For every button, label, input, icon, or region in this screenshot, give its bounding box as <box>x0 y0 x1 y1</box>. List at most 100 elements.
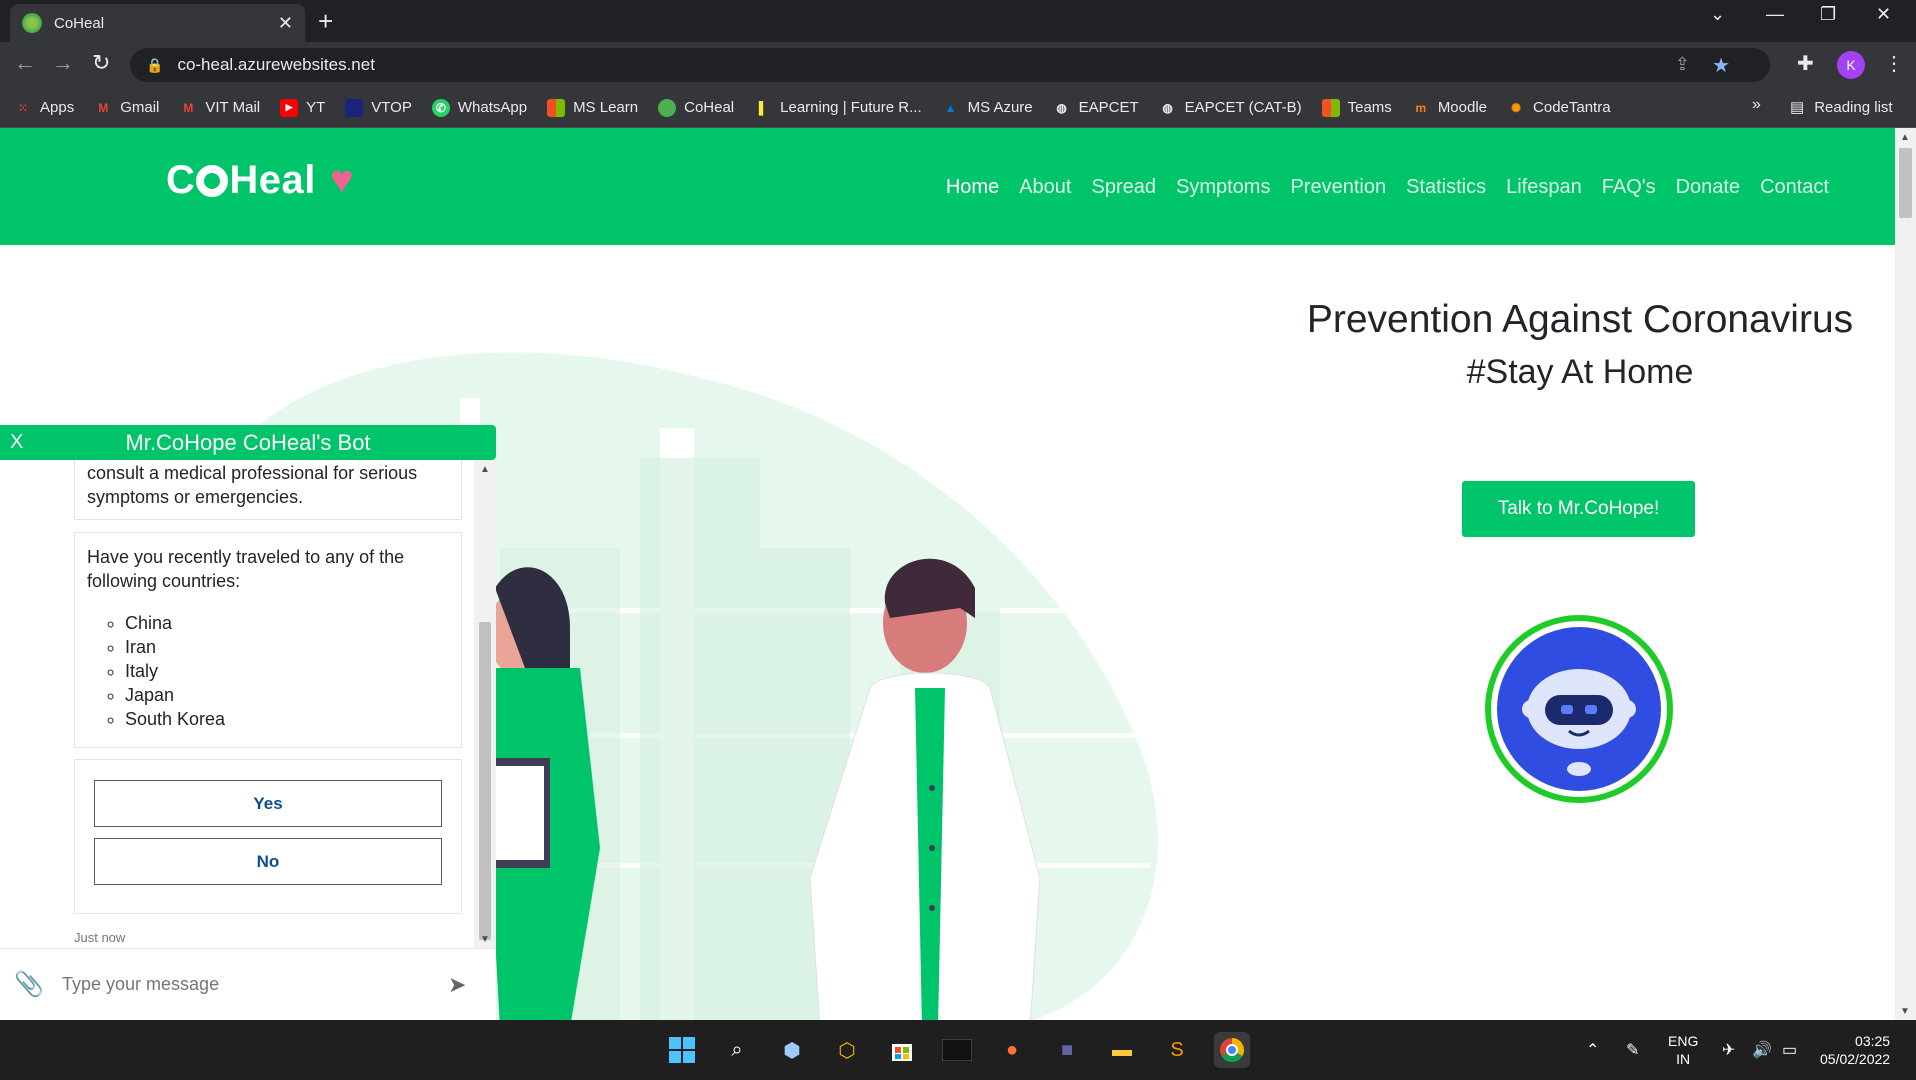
list-item: Italy <box>125 659 449 683</box>
bookmark-yt[interactable]: ▶ YT <box>280 98 325 117</box>
globe-icon: ◍ <box>1162 100 1173 115</box>
hero-title: Prevention Against Coronavirus <box>1306 298 1854 341</box>
volume-icon[interactable]: 🔊 <box>1752 1040 1772 1060</box>
nav-contact[interactable]: Contact <box>1760 176 1829 199</box>
nav-spread[interactable]: Spread <box>1091 176 1156 199</box>
chat-close-button[interactable]: X <box>10 431 40 454</box>
bookmark-ms-learn[interactable]: MS Learn <box>547 98 638 117</box>
list-item: South Korea <box>125 707 449 731</box>
main-nav: Home About Spread Symptoms Prevention St… <box>926 176 1829 199</box>
start-icon[interactable] <box>664 1032 700 1068</box>
no-button[interactable]: No <box>94 838 442 885</box>
nav-symptoms[interactable]: Symptoms <box>1176 176 1270 199</box>
codetantra-icon: ✺ <box>1510 100 1522 115</box>
reading-list-button[interactable]: ▤ Reading list <box>1790 98 1893 117</box>
page-scroll-thumb[interactable] <box>1899 148 1912 218</box>
bookmark-ms-azure[interactable]: ▲ MS Azure <box>942 99 1033 117</box>
chat-message-input[interactable] <box>62 974 442 995</box>
nav-donate[interactable]: Donate <box>1676 176 1741 199</box>
nav-statistics[interactable]: Statistics <box>1406 176 1486 199</box>
browser-tab-strip: CoHeal ✕ + ⌄ — ❐ ✕ <box>0 0 1916 42</box>
sublime-text-icon[interactable]: S <box>1159 1032 1195 1068</box>
bookmark-gmail[interactable]: M Gmail <box>94 99 159 117</box>
nav-faqs[interactable]: FAQ's <box>1602 176 1656 199</box>
list-item: Japan <box>125 683 449 707</box>
teams-icon[interactable]: ■ <box>1049 1032 1085 1068</box>
minimize-icon[interactable]: — <box>1766 4 1784 25</box>
chat-scrollbar[interactable]: ▲ ▼ <box>474 460 496 948</box>
scroll-down-icon[interactable]: ▼ <box>480 934 490 945</box>
lock-icon: 🔒 <box>146 56 164 73</box>
tab-close-icon[interactable]: ✕ <box>278 13 293 34</box>
chat-transcript[interactable]: advice, diagnosis, or treatment. Always … <box>0 460 474 948</box>
chat-input-bar: 📎 ➤ <box>0 948 496 1020</box>
globe-icon <box>196 164 229 197</box>
cube-app-icon[interactable]: ⬢ <box>774 1032 810 1068</box>
bookmark-whatsapp[interactable]: ✆ WhatsApp <box>431 98 527 117</box>
nav-prevention[interactable]: Prevention <box>1290 176 1386 199</box>
system-clock[interactable]: 03:25 05/02/2022 <box>1820 1032 1890 1068</box>
nav-about[interactable]: About <box>1019 176 1071 199</box>
tray-overflow-icon[interactable]: ⌃ <box>1586 1040 1599 1060</box>
list-item: Iran <box>125 635 449 659</box>
close-window-icon[interactable]: ✕ <box>1876 4 1891 25</box>
forward-icon[interactable]: → <box>52 50 74 76</box>
coheal-logo[interactable]: C Heal ♥ <box>166 158 354 203</box>
gmail-icon: M <box>98 100 109 115</box>
gmail-icon: M <box>183 100 194 115</box>
battery-icon[interactable]: ▭ <box>1782 1040 1797 1060</box>
file-explorer-icon[interactable]: ▬ <box>1104 1032 1140 1068</box>
scroll-up-icon[interactable]: ▲ <box>1900 132 1910 143</box>
scroll-down-icon[interactable]: ▼ <box>1900 1006 1910 1017</box>
bookmark-vit-mail[interactable]: M VIT Mail <box>179 99 260 117</box>
restore-icon[interactable]: ❐ <box>1820 4 1836 25</box>
azure-icon: ▲ <box>944 100 957 115</box>
language-indicator[interactable]: ENG IN <box>1668 1032 1698 1068</box>
tab-search-icon[interactable]: ⌄ <box>1710 4 1725 25</box>
bookmark-futurelearn[interactable]: ▌ Learning | Future R... <box>754 99 922 117</box>
bot-avatar[interactable] <box>1485 615 1673 803</box>
profile-avatar[interactable]: K <box>1837 51 1865 79</box>
back-icon[interactable]: ← <box>14 50 36 76</box>
bookmark-apps[interactable]: ⁙ Apps <box>14 99 74 117</box>
bookmark-eapcet-cat-b[interactable]: ◍ EAPCET (CAT-B) <box>1159 99 1301 117</box>
chrome-icon[interactable] <box>1214 1032 1250 1068</box>
address-bar[interactable]: 🔒 co-heal.azurewebsites.net ⇪ ★ <box>130 48 1770 82</box>
page-scrollbar[interactable]: ▲ ▼ <box>1895 128 1916 1020</box>
new-tab-icon[interactable]: + <box>318 6 333 37</box>
store-icon[interactable] <box>884 1032 920 1068</box>
nav-home[interactable]: Home <box>946 176 999 199</box>
office-app-icon[interactable]: ⬡ <box>829 1032 865 1068</box>
nav-lifespan[interactable]: Lifespan <box>1506 176 1582 199</box>
bookmark-codetantra[interactable]: ✺ CodeTantra <box>1507 99 1611 117</box>
talk-to-bot-button[interactable]: Talk to Mr.CoHope! <box>1462 481 1695 537</box>
site-header: C Heal ♥ Home About Spread Symptoms Prev… <box>0 128 1895 245</box>
chat-scroll-thumb[interactable] <box>479 622 491 940</box>
bookmark-coheal[interactable]: CoHeal <box>658 98 734 117</box>
bookmark-vtop[interactable]: VTOP <box>345 98 412 117</box>
send-icon[interactable]: ➤ <box>448 972 466 998</box>
browser-tab-active[interactable]: CoHeal ✕ <box>10 4 305 42</box>
chatbot-widget: Mr.CoHope CoHeal's Bot X advice, diagnos… <box>0 425 496 1020</box>
menu-icon[interactable]: ⋮ <box>1884 51 1904 76</box>
reload-icon[interactable]: ↻ <box>92 50 110 76</box>
browser-toolbar: ← → ↻ 🔒 co-heal.azurewebsites.net ⇪ ★ ✚ … <box>0 42 1916 88</box>
firefox-icon[interactable]: ● <box>994 1032 1030 1068</box>
share-icon[interactable]: ⇪ <box>1675 54 1690 75</box>
bookmark-teams[interactable]: Teams <box>1321 98 1392 117</box>
yes-button[interactable]: Yes <box>94 780 442 827</box>
terminal-app-icon[interactable] <box>939 1032 975 1068</box>
more-bookmarks-icon[interactable]: » <box>1752 96 1761 114</box>
extensions-icon[interactable]: ✚ <box>1797 51 1814 76</box>
bookmark-eapcet[interactable]: ◍ EAPCET <box>1053 99 1138 117</box>
scroll-up-icon[interactable]: ▲ <box>480 464 490 475</box>
attachment-icon[interactable]: 📎 <box>14 970 48 999</box>
robot-icon <box>1497 627 1661 791</box>
bookmark-moodle[interactable]: m Moodle <box>1412 99 1487 117</box>
pen-icon[interactable]: ✎ <box>1626 1040 1639 1060</box>
bookmark-star-icon[interactable]: ★ <box>1712 53 1730 78</box>
coheal-icon <box>658 98 677 117</box>
airplane-mode-icon[interactable]: ✈ <box>1722 1040 1735 1060</box>
search-icon[interactable]: ⌕ <box>719 1032 755 1068</box>
chat-title: Mr.CoHope CoHeal's Bot <box>125 429 371 455</box>
